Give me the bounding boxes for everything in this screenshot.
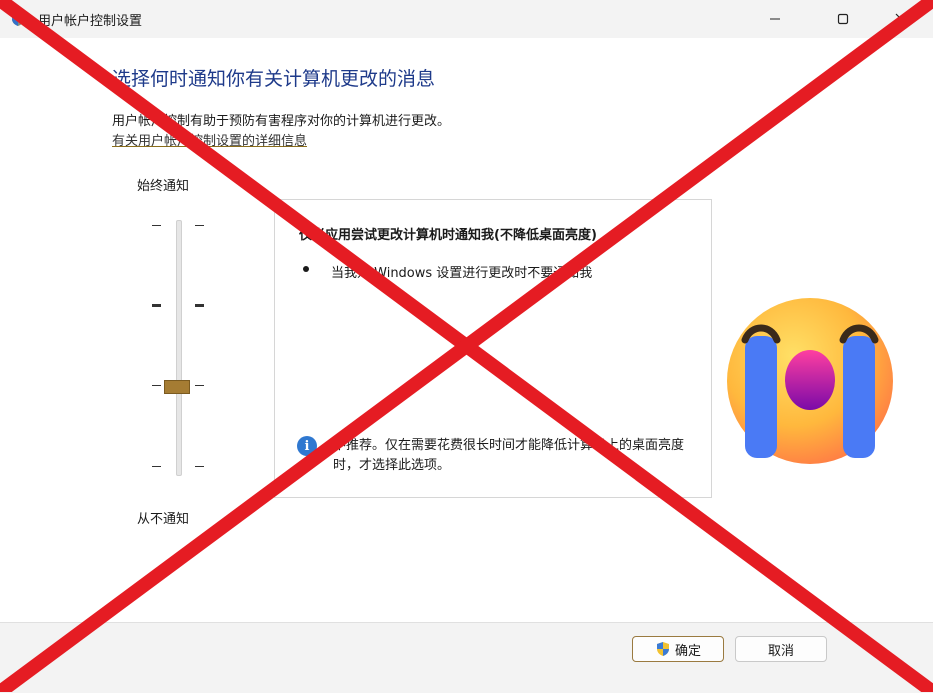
level-title: 仅当应用尝试更改计算机时通知我(不降低桌面亮度) bbox=[299, 228, 597, 243]
slider-bottom-label: 从不通知 bbox=[137, 512, 190, 527]
slider-tick bbox=[195, 304, 204, 307]
main-content: 选择何时通知你有关计算机更改的消息 用户帐户控制有助于预防有害程序对你的计算机进… bbox=[0, 38, 933, 622]
slider-top-label: 始终通知 bbox=[137, 179, 190, 194]
minimize-icon bbox=[770, 18, 780, 20]
notification-level-slider[interactable] bbox=[140, 216, 220, 478]
slider-tick bbox=[152, 225, 161, 226]
slider-thumb[interactable] bbox=[164, 380, 190, 394]
slider-tick bbox=[152, 466, 161, 467]
uac-settings-window: 用户帐户控制设置 选择何时通知你有关计算机更改的消息 用户帐户控制有助于预防有害… bbox=[0, 0, 933, 693]
slider-tick bbox=[195, 225, 204, 226]
bullet-dot bbox=[303, 266, 309, 272]
ok-button-label: 确定 bbox=[674, 643, 701, 659]
crying-face-icon bbox=[727, 298, 893, 464]
cancel-button[interactable]: 取消 bbox=[735, 636, 827, 662]
slider-track[interactable] bbox=[176, 220, 182, 476]
slider-tick bbox=[152, 385, 161, 386]
window-title: 用户帐户控制设置 bbox=[38, 14, 143, 29]
ok-button[interactable]: 确定 bbox=[632, 636, 724, 662]
close-icon bbox=[895, 13, 907, 25]
slider-tick bbox=[195, 466, 204, 467]
level-description-box: 仅当应用尝试更改计算机时通知我(不降低桌面亮度) 当我对 Windows 设置进… bbox=[274, 199, 712, 498]
page-heading: 选择何时通知你有关计算机更改的消息 bbox=[112, 68, 436, 90]
dialog-footer: 确定 取消 bbox=[0, 622, 933, 693]
minimize-button[interactable] bbox=[752, 0, 798, 38]
maximize-button[interactable] bbox=[820, 0, 866, 38]
close-button[interactable] bbox=[878, 0, 924, 38]
level-note: 不推荐。仅在需要花费很长时间才能降低计算机上的桌面亮度时，才选择此选项。 bbox=[333, 438, 685, 473]
shield-icon bbox=[12, 12, 24, 26]
title-bar[interactable]: 用户帐户控制设置 bbox=[0, 0, 933, 38]
maximize-icon bbox=[837, 13, 849, 25]
slider-tick bbox=[195, 385, 204, 386]
cancel-button-label: 取消 bbox=[767, 643, 794, 659]
uac-shield-icon bbox=[656, 642, 669, 656]
info-icon: i bbox=[297, 436, 317, 456]
description-text: 用户帐户控制有助于预防有害程序对你的计算机进行更改。 bbox=[112, 114, 451, 129]
slider-tick bbox=[152, 304, 161, 307]
level-bullet-text: 当我对 Windows 设置进行更改时不要通知我 bbox=[331, 266, 593, 281]
uac-help-link[interactable]: 有关用户帐户控制设置的详细信息 bbox=[112, 130, 307, 149]
